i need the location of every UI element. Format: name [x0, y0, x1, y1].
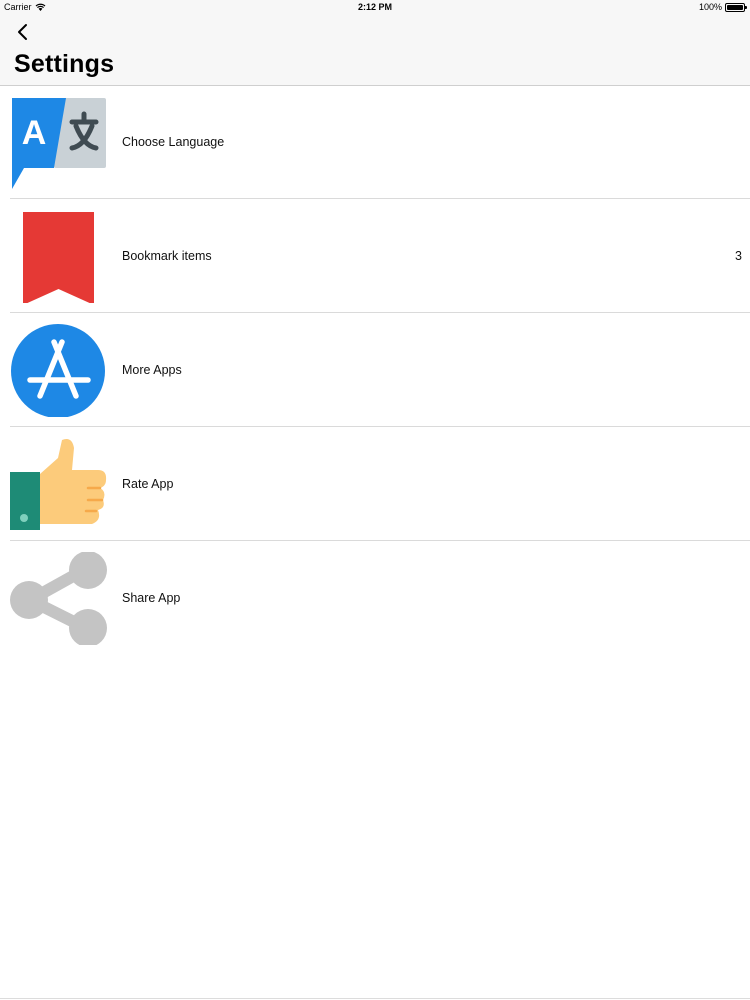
- settings-row-bookmark-items[interactable]: Bookmark items 3: [0, 199, 750, 313]
- settings-list: A Choose Language Bookmark items 3 More …: [0, 85, 750, 655]
- chevron-left-icon: [18, 24, 27, 40]
- settings-row-more-apps[interactable]: More Apps: [0, 313, 750, 427]
- battery-percent: 100%: [698, 2, 722, 12]
- status-right: 100%: [698, 2, 747, 12]
- row-label: Bookmark items: [122, 249, 212, 263]
- bookmark-icon: [23, 212, 94, 303]
- bookmark-count: 3: [735, 249, 742, 263]
- row-label: Share App: [122, 591, 181, 605]
- battery-icon: [725, 2, 747, 12]
- back-button[interactable]: [12, 21, 34, 43]
- share-icon: [10, 552, 107, 645]
- settings-row-rate-app[interactable]: Rate App: [0, 427, 750, 541]
- row-label: Rate App: [122, 477, 174, 491]
- bottom-divider: [0, 998, 750, 999]
- row-label: More Apps: [122, 363, 182, 377]
- page-title: Settings: [14, 50, 115, 78]
- thumbs-up-icon: [10, 439, 107, 530]
- status-bar: Carrier 2:12 PM 100%: [0, 0, 750, 15]
- app-store-icon: [11, 324, 105, 417]
- row-label: Choose Language: [122, 135, 225, 149]
- svg-text:A: A: [22, 114, 47, 152]
- translate-icon: A: [12, 98, 106, 189]
- status-time: 2:12 PM: [357, 2, 392, 12]
- settings-row-choose-language[interactable]: A Choose Language: [0, 85, 750, 199]
- settings-row-share-app[interactable]: Share App: [0, 541, 750, 655]
- navigation-bar: Settings: [0, 15, 750, 86]
